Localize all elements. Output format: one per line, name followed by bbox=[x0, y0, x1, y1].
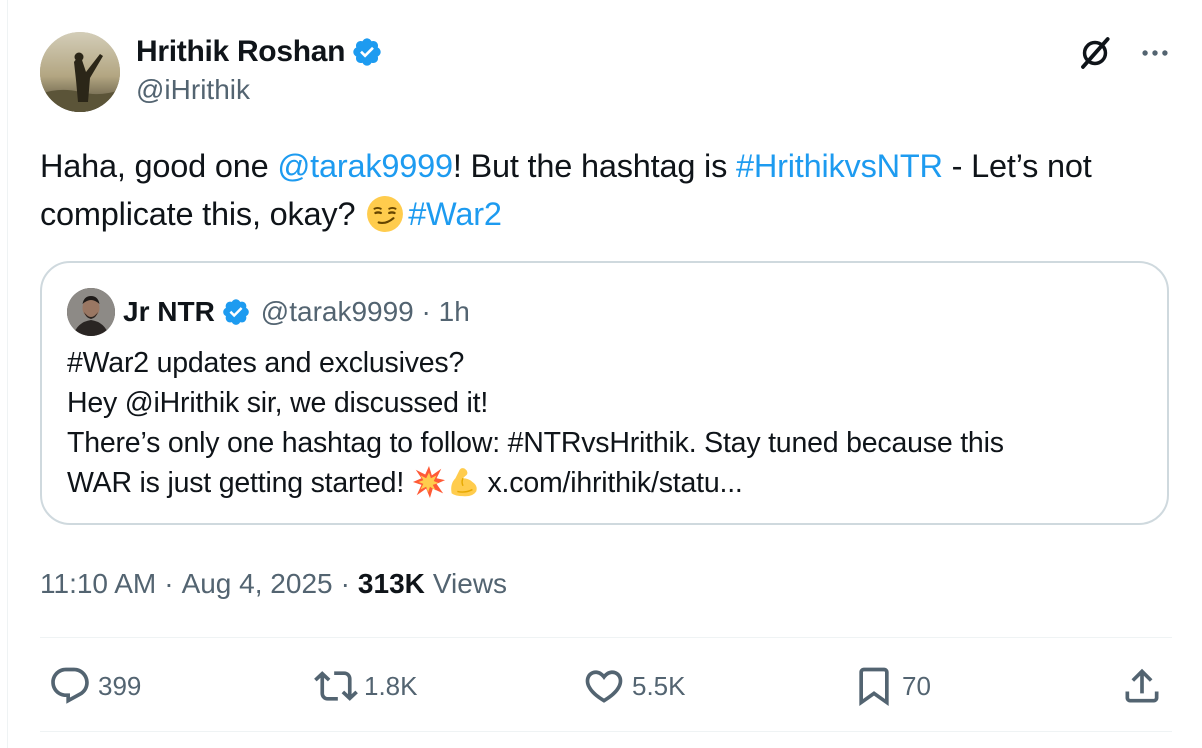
share-icon bbox=[1125, 668, 1159, 703]
repost-icon bbox=[314, 671, 358, 701]
views-count[interactable]: 313K bbox=[358, 568, 425, 600]
quoted-text-line: There’s only one hashtag to follow: #NTR… bbox=[67, 427, 1004, 459]
like-count: 5.5K bbox=[632, 670, 686, 701]
quoted-time[interactable]: 1h bbox=[439, 296, 470, 328]
meta-separator: · bbox=[413, 296, 439, 327]
tweet-top-actions bbox=[1076, 34, 1172, 72]
meta-separator: · bbox=[340, 568, 350, 599]
hashtag-link[interactable]: #HrithikvsNTR bbox=[736, 148, 943, 184]
like-button[interactable]: 5.5K bbox=[582, 664, 686, 708]
quoted-author-avatar[interactable] bbox=[67, 288, 115, 336]
hashtag-link[interactable]: #War2 bbox=[408, 196, 502, 232]
quoted-text: #War2 updates and exclusives? Hey @iHrit… bbox=[67, 343, 1157, 503]
tweet-meta-row: 11:10 AM · Aug 4, 2025 · 313K Views bbox=[40, 564, 507, 604]
bookmark-button[interactable]: 70 bbox=[852, 664, 931, 708]
tweet-text-part: ! But the hashtag is bbox=[452, 148, 736, 184]
smirking-face-emoji bbox=[367, 196, 404, 232]
quoted-author-handle: @tarak9999 bbox=[260, 296, 414, 327]
grok-icon[interactable] bbox=[1076, 34, 1114, 72]
divider bbox=[40, 637, 1172, 638]
views-label[interactable]: Views bbox=[433, 568, 507, 600]
bookmark-count: 70 bbox=[902, 670, 931, 701]
repost-button[interactable]: 1.8K bbox=[314, 664, 418, 708]
quoted-header: Jr NTR @tarak9999 · 1h bbox=[123, 293, 470, 331]
quoted-text-line: Hey @iHrithik sir, we discussed it! bbox=[67, 387, 489, 419]
tweet-text: Haha, good one @tarak9999! But the hasht… bbox=[40, 142, 1160, 238]
quoted-text-line-last: WAR is just getting started! x.com/ihrit… bbox=[67, 463, 1157, 503]
mention-link[interactable]: @tarak9999 bbox=[277, 148, 453, 184]
tweet-date[interactable]: Aug 4, 2025 bbox=[182, 568, 333, 600]
author-avatar-image bbox=[40, 32, 120, 112]
share-button[interactable] bbox=[1120, 664, 1164, 708]
author-name[interactable]: Hrithik Roshan bbox=[136, 35, 345, 69]
reply-button[interactable]: 399 bbox=[48, 664, 141, 708]
bookmark-icon bbox=[859, 667, 889, 707]
tweet-text-part: Haha, good one bbox=[40, 148, 278, 184]
quoted-text-line: #War2 updates and exclusives? bbox=[67, 347, 465, 379]
repost-count: 1.8K bbox=[364, 670, 418, 701]
author-handle[interactable]: @iHrithik bbox=[136, 74, 250, 106]
flexed-biceps-emoji bbox=[450, 468, 477, 497]
tweet-time[interactable]: 11:10 AM bbox=[40, 568, 156, 600]
reply-count: 399 bbox=[98, 670, 142, 701]
author-name-row: Hrithik Roshan bbox=[136, 34, 383, 70]
reply-icon bbox=[51, 667, 89, 704]
quoted-author-name[interactable]: Jr NTR bbox=[123, 296, 215, 328]
quoted-avatar-image bbox=[67, 288, 115, 336]
verified-icon[interactable] bbox=[351, 36, 383, 68]
divider bbox=[40, 731, 1172, 732]
quoted-tweet-card[interactable]: Jr NTR @tarak9999 · 1h #War2 updates and… bbox=[40, 261, 1169, 525]
page-left-border bbox=[7, 0, 8, 748]
author-avatar[interactable] bbox=[40, 32, 120, 112]
collision-emoji bbox=[412, 465, 445, 499]
verified-icon bbox=[222, 299, 249, 325]
quoted-text-fragment: WAR is just getting started! bbox=[67, 467, 405, 499]
quoted-link[interactable]: x.com/ihrithik/statu... bbox=[488, 467, 743, 499]
more-icon[interactable] bbox=[1138, 36, 1172, 70]
meta-separator: · bbox=[164, 568, 174, 599]
like-icon bbox=[585, 670, 623, 703]
